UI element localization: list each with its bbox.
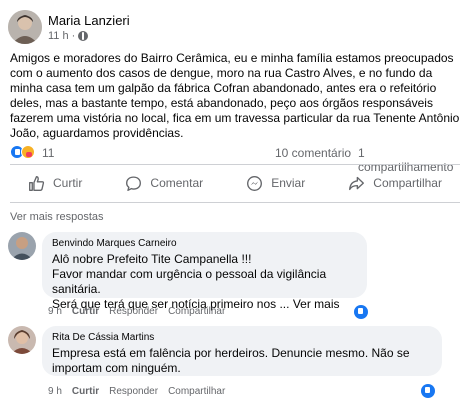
comment-count[interactable]: 10 comentário (275, 146, 351, 160)
comment-label: Comentar (150, 176, 204, 190)
comment-reply-button[interactable]: Responder (109, 306, 158, 317)
globe-icon (78, 31, 89, 41)
post-header: Maria Lanzieri 11 h · (6, 4, 461, 44)
comment-icon (126, 175, 142, 191)
comment-share-button[interactable]: Compartilhar (168, 306, 225, 317)
care-reaction-icon (21, 145, 35, 159)
comment-time[interactable]: 9 h (48, 306, 62, 317)
comment-button[interactable]: Comentar (125, 168, 203, 198)
reactions-summary: 11 10 comentário 1 compartilhamento (10, 145, 460, 174)
divider (10, 164, 460, 165)
share-button[interactable]: Compartilhar (348, 168, 442, 198)
comment-item: Rita De Cássia Martins Empresa está em f… (8, 326, 460, 400)
send-label: Enviar (271, 176, 306, 190)
commenter-avatar[interactable] (8, 326, 36, 354)
comment-bubble: Benvindo Marques Carneiro Alô nobre Pref… (42, 232, 367, 311)
reaction-count[interactable]: 11 (42, 146, 54, 160)
post-text: Amigos e moradores do Bairro Cerâmica, e… (10, 51, 460, 140)
share-label: Compartilhar (373, 176, 442, 190)
like-label: Curtir (53, 176, 83, 190)
comment-actions: 9 h Curtir Responder Compartilhar (48, 386, 225, 397)
commenter-name[interactable]: Rita De Cássia Martins (52, 332, 432, 343)
comment-share-button[interactable]: Compartilhar (168, 386, 225, 397)
divider (10, 202, 460, 203)
see-more-replies-link[interactable]: Ver mais respostas (10, 211, 104, 223)
post-time[interactable]: 11 h (48, 30, 69, 42)
like-reaction-icon[interactable] (354, 305, 368, 319)
post-actions: Curtir Comentar Enviar Compartilhar (10, 168, 460, 198)
author-name[interactable]: Maria Lanzieri (48, 13, 130, 28)
messenger-icon (247, 175, 263, 191)
comment-reply-button[interactable]: Responder (109, 386, 158, 397)
reaction-icons[interactable] (10, 145, 35, 159)
comment-like-button[interactable]: Curtir (72, 306, 99, 317)
comment-like-button[interactable]: Curtir (72, 386, 99, 397)
like-button[interactable]: Curtir (28, 168, 82, 198)
comment-time[interactable]: 9 h (48, 386, 62, 397)
commenter-avatar[interactable] (8, 232, 36, 260)
like-reaction-icon[interactable] (421, 384, 435, 398)
send-button[interactable]: Enviar (246, 168, 305, 198)
comment-item: Benvindo Marques Carneiro Alô nobre Pref… (8, 232, 460, 322)
thumbs-up-icon (29, 175, 45, 191)
author-avatar[interactable] (8, 10, 42, 44)
share-icon (349, 176, 365, 190)
post-meta: 11 h · (48, 30, 89, 42)
comment-text: Empresa está em falência por herdeiros. … (52, 346, 410, 375)
commenter-name[interactable]: Benvindo Marques Carneiro (52, 238, 357, 249)
see-more-link[interactable]: Ver mais (293, 297, 340, 311)
comment-bubble: Rita De Cássia Martins Empresa está em f… (42, 326, 442, 376)
comment-text: Alô nobre Prefeito Tite Campanella !!! F… (52, 252, 340, 311)
comment-actions: 9 h Curtir Responder Compartilhar (48, 306, 225, 317)
